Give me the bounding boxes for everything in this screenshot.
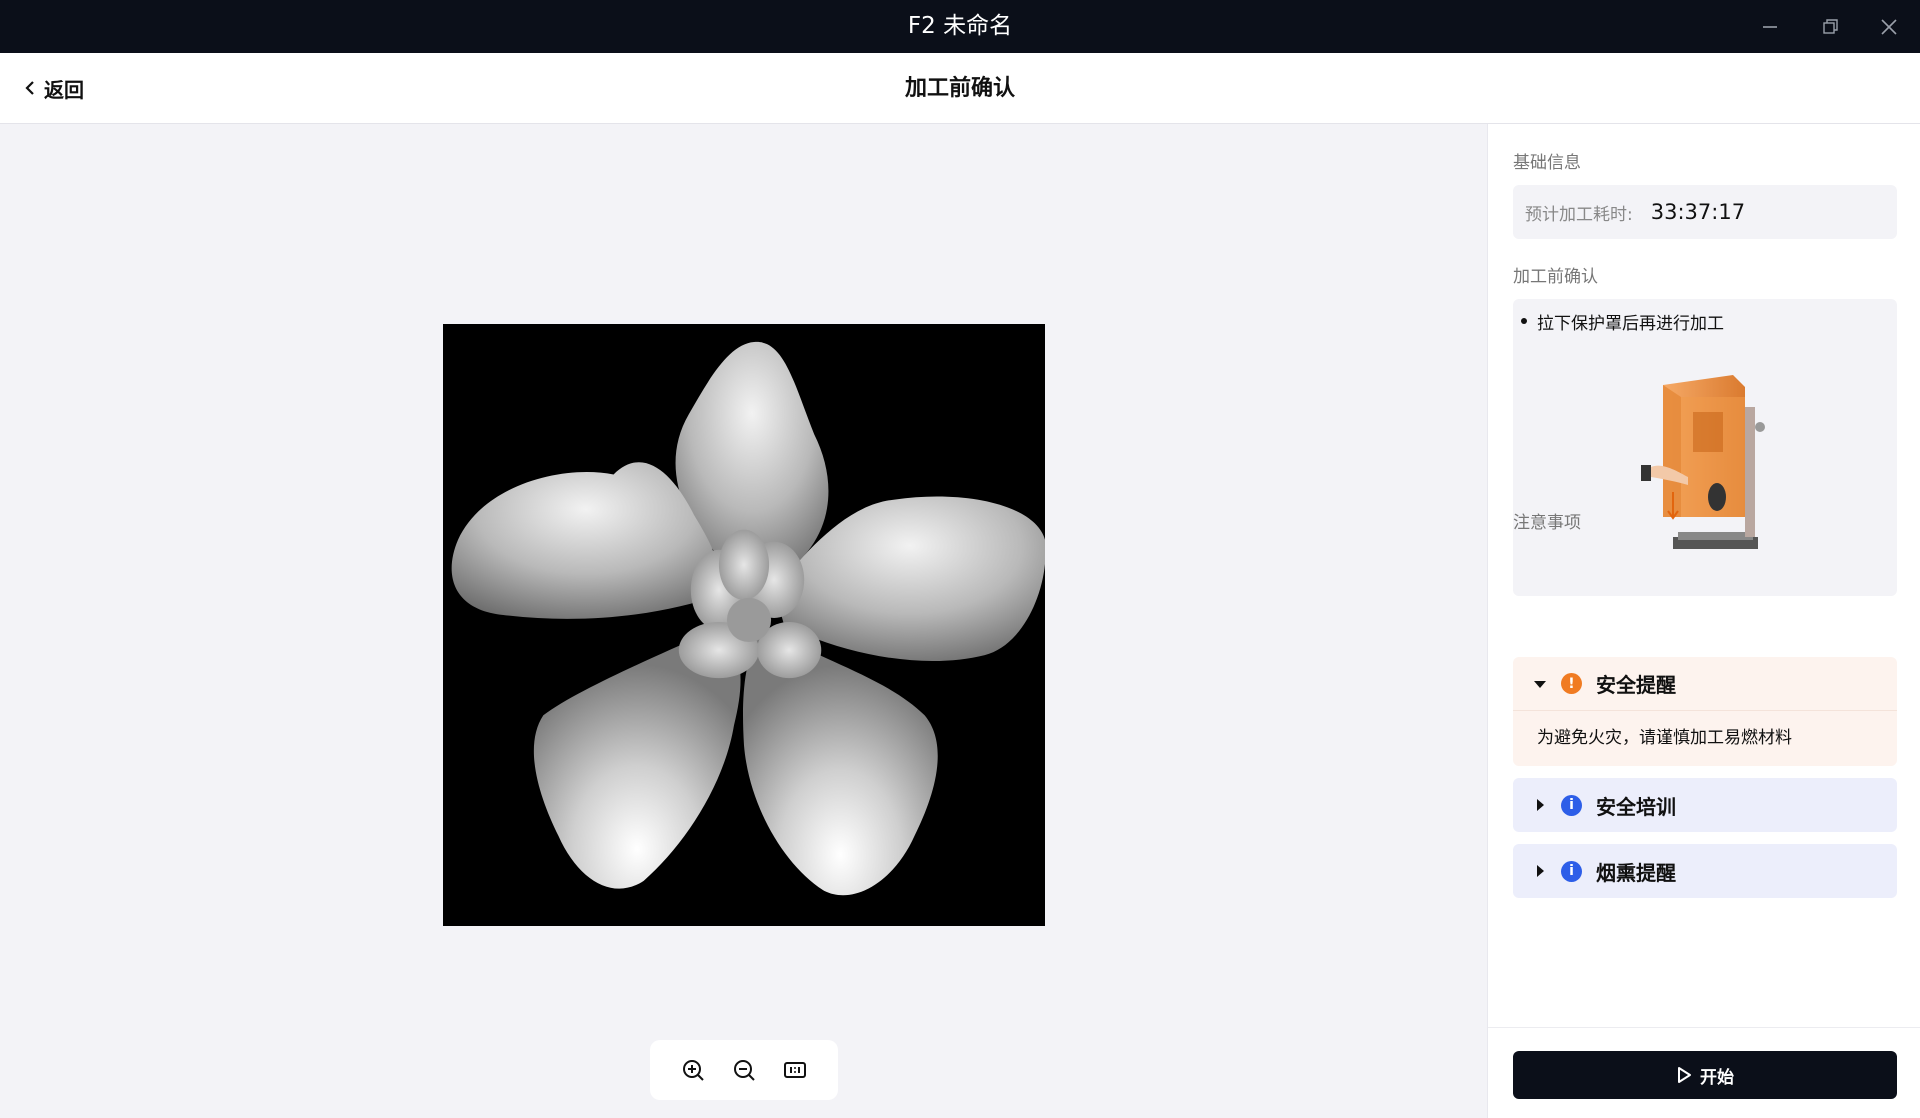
fit-one-to-one-icon [783,1062,806,1078]
smoke-reminder-label: 烟熏提醒 [1596,860,1676,885]
minimize-icon [1763,26,1777,28]
caret-down-icon [1534,680,1546,688]
warning-icon: ! [1561,673,1582,694]
chevron-left-icon [25,81,34,95]
zoom-toolbar [650,1040,838,1100]
side-panel: 基础信息 预计加工耗时: 33:37:17 加工前确认 拉下保护罩后再进行加工 [1487,124,1920,1118]
minimize-button[interactable] [1755,12,1785,42]
window-titlebar: F2 未命名 [0,0,1920,53]
estimated-time-label: 预计加工耗时: [1525,204,1633,225]
page-header: 返回 加工前确认 [0,53,1920,124]
preview-canvas[interactable] [0,124,1487,1118]
restore-icon [1823,19,1838,34]
confirm-item: 拉下保护罩后再进行加工 [1521,309,1724,334]
notes-title: 注意事项 [1513,513,1581,533]
safety-reminder-body: 为避免火灾，请谨慎加工易燃材料 [1537,728,1792,748]
play-icon [1678,1067,1691,1083]
close-icon [1881,19,1897,35]
safety-training-accordion: i 安全培训 [1513,778,1897,832]
back-label: 返回 [44,77,84,102]
safety-reminder-accordion: ! 安全提醒 为避免火灾，请谨慎加工易燃材料 [1513,657,1897,766]
estimated-time-box: 预计加工耗时: 33:37:17 [1513,185,1897,239]
restore-button[interactable] [1815,12,1845,42]
fit-one-to-one-button[interactable] [777,1052,813,1088]
page-title: 加工前确认 [904,76,1015,101]
start-button[interactable]: 开始 [1513,1051,1897,1099]
zoom-out-button[interactable] [726,1052,762,1088]
smoke-reminder-header[interactable]: i 烟熏提醒 [1513,844,1897,898]
zoom-in-icon [683,1060,705,1081]
flower-relief-image [443,324,1045,926]
info-icon: i [1561,860,1582,882]
info-icon: i [1561,794,1582,816]
design-preview-image [443,324,1045,926]
caret-right-icon [1537,865,1544,877]
confirm-title: 加工前确认 [1513,267,1598,287]
safety-training-label: 安全培训 [1596,794,1676,819]
safety-training-header[interactable]: i 安全培训 [1513,778,1897,832]
footer-divider [1488,1027,1920,1028]
start-label: 开始 [1700,1067,1734,1088]
basic-info-title: 基础信息 [1513,153,1581,173]
zoom-in-button[interactable] [675,1052,711,1088]
safety-reminder-label: 安全提醒 [1596,673,1676,697]
close-button[interactable] [1874,12,1904,42]
back-button[interactable]: 返回 [24,73,84,103]
smoke-reminder-accordion: i 烟熏提醒 [1513,844,1897,898]
laser-machine-illustration [1641,375,1765,549]
estimated-time-value: 33:37:17 [1650,200,1746,224]
caret-right-icon [1537,799,1544,811]
confirm-box: 拉下保护罩后再进行加工 [1513,299,1897,596]
zoom-out-icon [733,1060,755,1081]
window-title: F2 未命名 [907,13,1013,39]
safety-reminder-header[interactable]: ! 安全提醒 [1513,657,1897,711]
